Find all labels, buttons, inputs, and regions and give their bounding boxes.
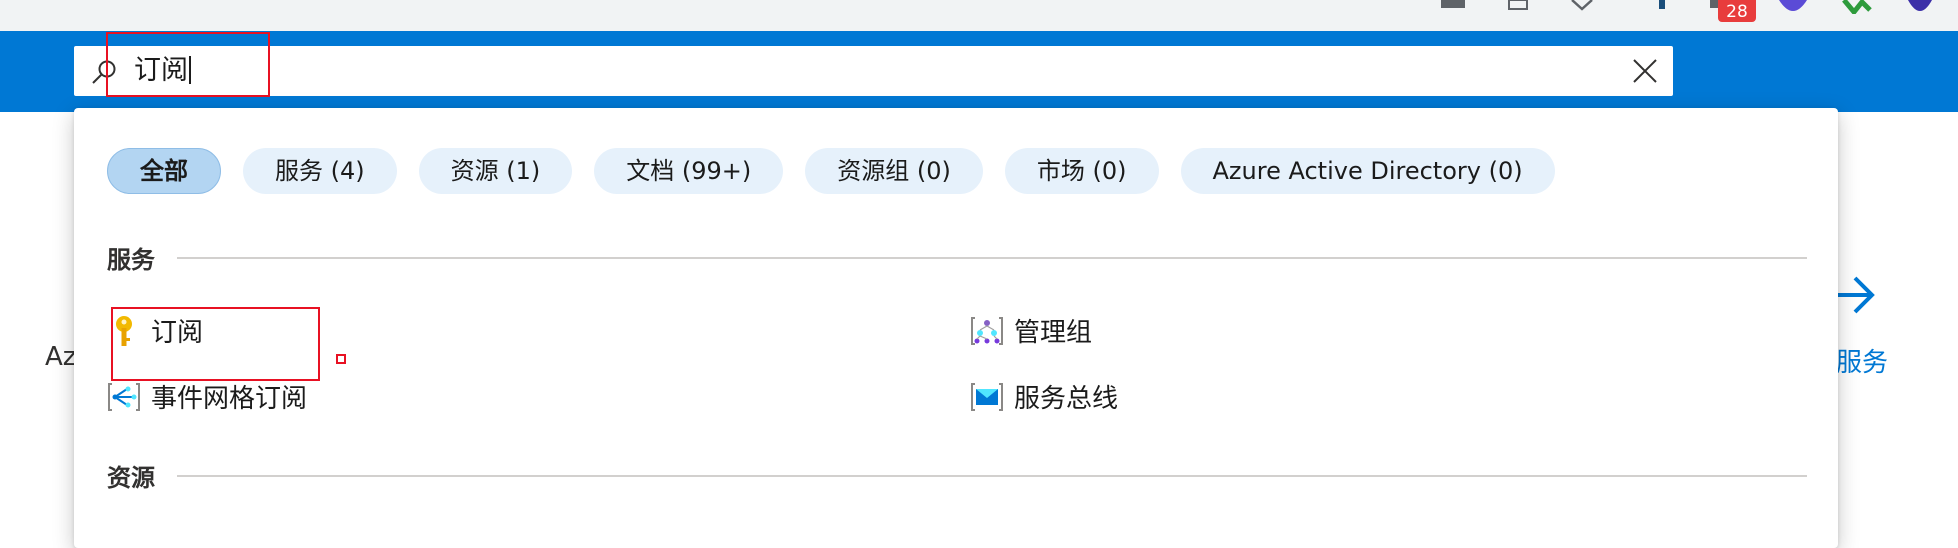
result-management-groups[interactable]: 管理组 (970, 312, 1092, 349)
search-input-value: 订阅 (134, 55, 188, 86)
cast-icon[interactable] (1438, 0, 1468, 12)
arrow-right-icon[interactable] (1833, 270, 1877, 320)
filter-resource-groups[interactable]: 资源组 (0) (805, 148, 983, 194)
search-results-dropdown: 全部 服务 (4) 资源 (1) 文档 (99+) 资源组 (0) 市场 (0)… (74, 108, 1838, 548)
service-bus-icon (971, 382, 1003, 411)
filter-docs[interactable]: 文档 (99+) (594, 148, 784, 194)
global-search-box[interactable]: 订阅 (74, 46, 1673, 96)
services-section-header: 服务 (107, 240, 1807, 275)
result-subscriptions[interactable]: 订阅 (107, 312, 203, 349)
divider (177, 474, 1807, 477)
filter-services[interactable]: 服务 (4) (243, 148, 397, 194)
extension-icon[interactable] (1652, 0, 1672, 12)
result-label: 服务总线 (1014, 384, 1119, 414)
extension-icon[interactable] (1840, 0, 1874, 14)
window-icon[interactable] (1507, 0, 1529, 12)
result-event-grid-subscriptions[interactable]: 事件网格订阅 (107, 378, 307, 415)
extension-badge: 28 (1718, 0, 1756, 22)
all-services-link[interactable]: 服务 (1836, 342, 1888, 379)
management-group-icon (971, 316, 1003, 345)
search-icon (92, 60, 116, 84)
divider (177, 256, 1807, 259)
profile-avatar-icon[interactable] (1900, 0, 1940, 14)
result-label: 管理组 (1014, 318, 1093, 348)
search-input[interactable]: 订阅 (134, 54, 191, 88)
resources-section-header: 资源 (107, 458, 1807, 493)
text-caret (189, 56, 191, 84)
filter-all[interactable]: 全部 (107, 148, 221, 194)
resources-section-title: 资源 (107, 464, 155, 492)
click-marker (336, 354, 346, 364)
filter-pills: 全部 服务 (4) 资源 (1) 文档 (99+) 资源组 (0) 市场 (0)… (107, 148, 1555, 194)
key-icon (116, 315, 132, 346)
filter-marketplace[interactable]: 市场 (0) (1004, 148, 1159, 194)
background-text: Az (45, 342, 77, 372)
filter-azure-ad[interactable]: Azure Active Directory (0) (1180, 148, 1555, 194)
services-section-title: 服务 (107, 246, 155, 274)
filter-resources[interactable]: 资源 (1) (418, 148, 573, 194)
close-icon[interactable] (1631, 57, 1659, 85)
result-service-bus[interactable]: 服务总线 (970, 378, 1118, 415)
browser-toolbar: 28 (0, 0, 1958, 31)
bookmark-star-icon[interactable] (1569, 0, 1595, 12)
extension-icon[interactable] (1776, 0, 1810, 14)
event-grid-icon (108, 382, 140, 411)
result-label: 订阅 (151, 318, 204, 348)
result-label: 事件网格订阅 (151, 384, 308, 414)
